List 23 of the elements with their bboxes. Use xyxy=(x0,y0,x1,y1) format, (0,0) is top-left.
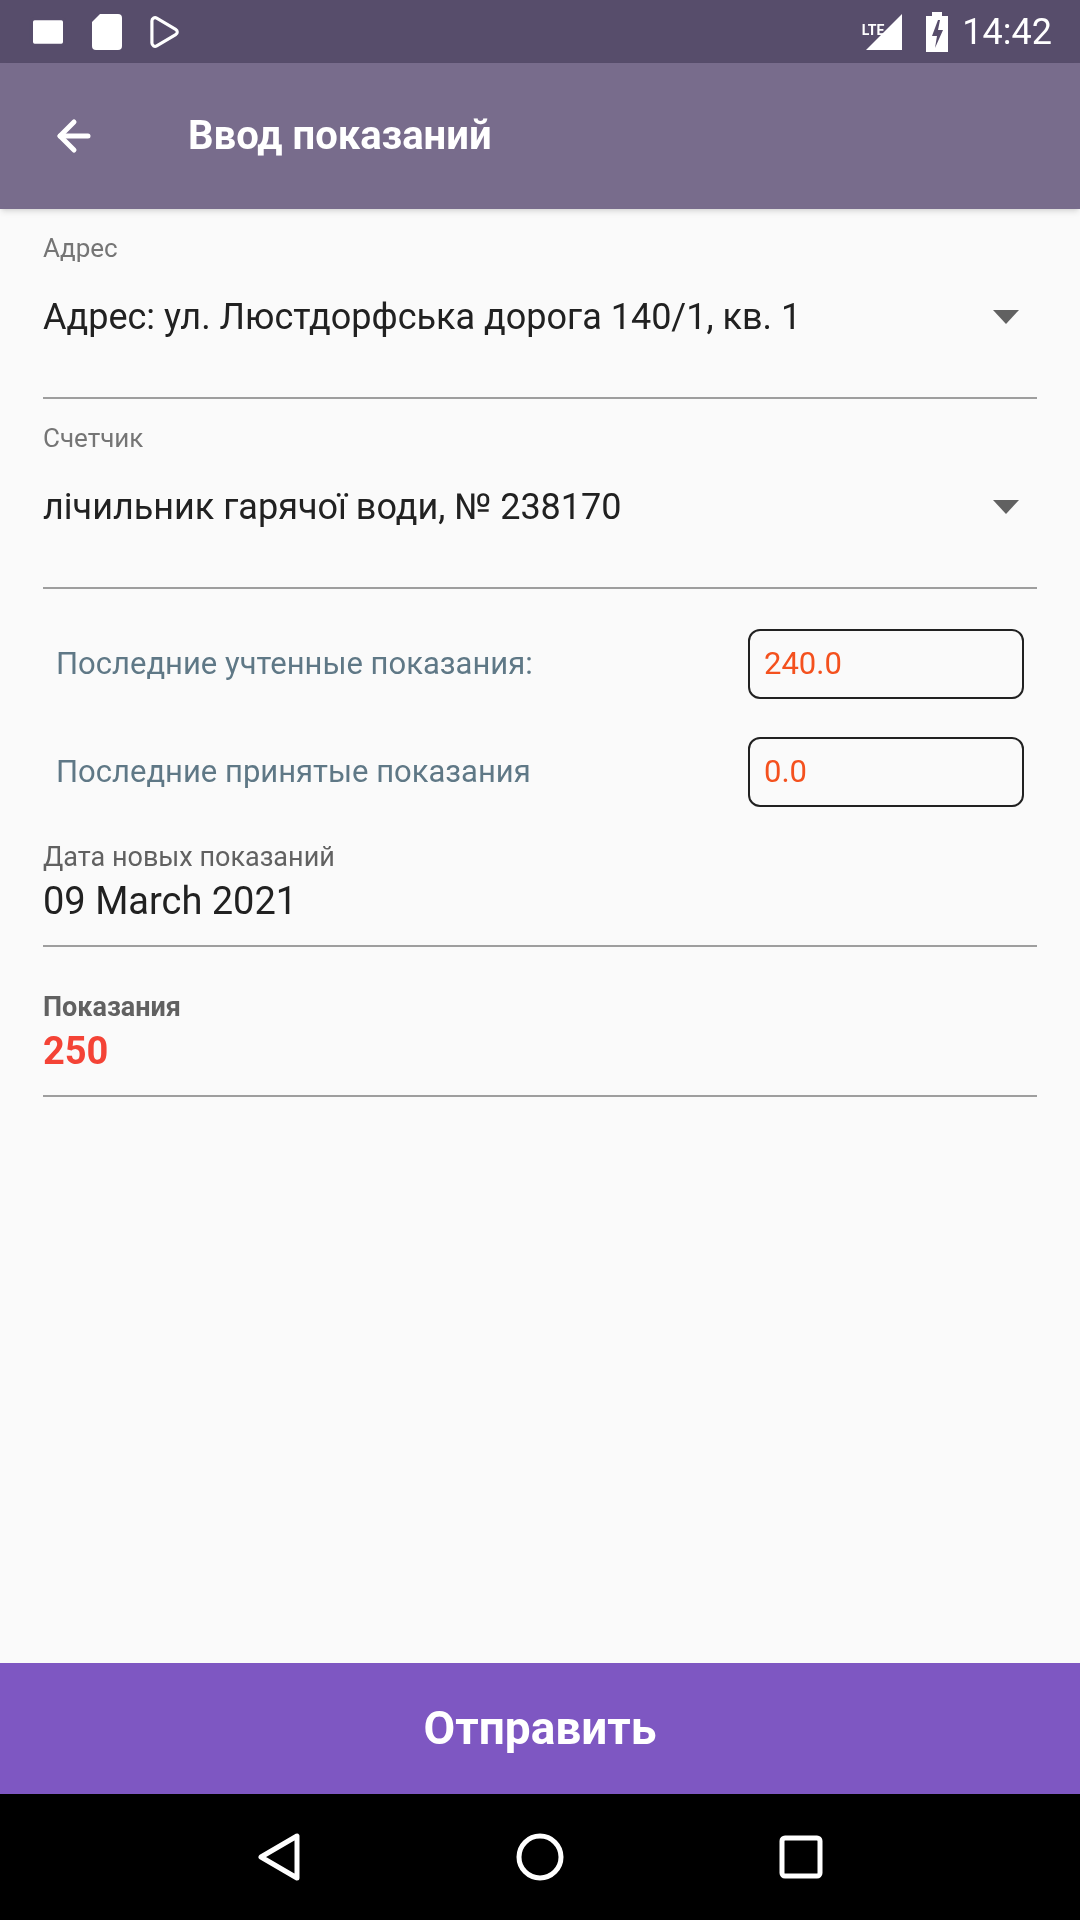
home-circle-icon[interactable] xyxy=(515,1832,565,1882)
dropdown-arrow-icon xyxy=(993,310,1019,324)
dropdown[interactable]: Адрес: ул. Люстдорфська дорога 140/1, кв. 1 xyxy=(43,290,1037,344)
reading-input[interactable]: 250 xyxy=(43,1027,1037,1075)
field-label: Дата новых показаний xyxy=(43,840,336,875)
field-label: Счетчик xyxy=(43,422,145,455)
clock: 14:42 xyxy=(962,9,1052,55)
submit-button[interactable]: Отправить xyxy=(0,1663,1080,1794)
readout-label: Последние учтенные показания: xyxy=(56,643,533,684)
dropdown[interactable]: лічильник гарячої води, № 238170 xyxy=(43,480,1037,534)
sd-card-icon xyxy=(92,13,122,50)
back-triangle-icon[interactable] xyxy=(257,1832,301,1882)
overview-square-icon[interactable] xyxy=(779,1835,823,1879)
battery-charging-icon xyxy=(926,11,949,52)
screen-title: Ввод показаний xyxy=(188,111,492,161)
readout-field: 0.0 xyxy=(748,737,1024,807)
field-label: Адрес xyxy=(43,232,119,265)
readout-field: 240.0 xyxy=(748,629,1024,699)
field-label: Показания xyxy=(43,990,182,1025)
network-label: LTE xyxy=(861,20,885,40)
dropdown-arrow-icon xyxy=(993,500,1019,514)
readout-label: Последние принятые показания xyxy=(56,751,531,792)
date-field[interactable]: 09 March 2021 xyxy=(43,877,1037,925)
